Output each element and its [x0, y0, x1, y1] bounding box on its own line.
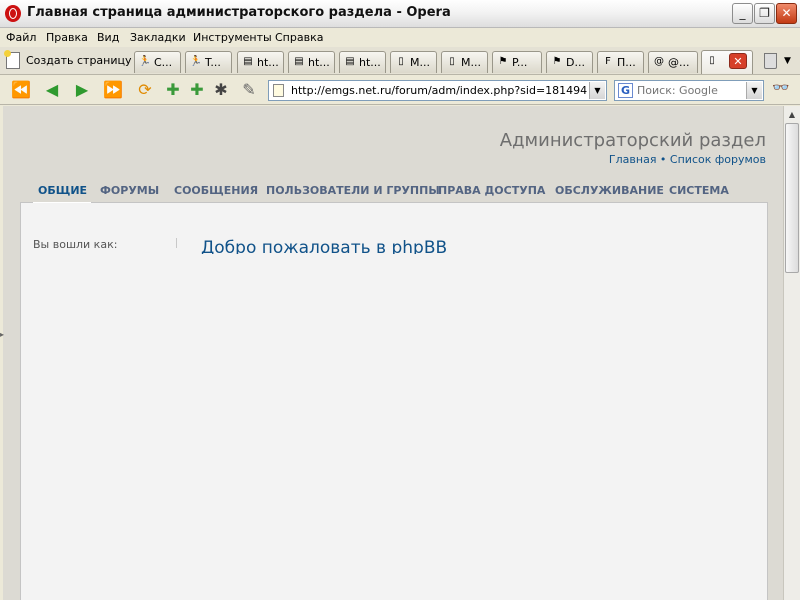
tab-permissions[interactable]: ПРАВА ДОСТУПА	[438, 184, 545, 197]
tab-label: C...	[154, 56, 173, 69]
tab-label: M...	[461, 56, 481, 69]
tab-label: T...	[205, 56, 221, 69]
tab-system[interactable]: СИСТЕМА	[669, 184, 729, 197]
at-icon: @	[654, 56, 664, 67]
address-text[interactable]: http://emgs.net.ru/forum/adm/index.php?s…	[291, 84, 587, 97]
browser-tab[interactable]: ▤ ht...	[339, 51, 386, 73]
menu-edit[interactable]: Правка	[46, 31, 88, 44]
address-dropdown-icon[interactable]: ▼	[589, 82, 605, 99]
rewind-icon[interactable]: ⏪	[10, 79, 32, 101]
flag-icon: ⚑	[552, 56, 562, 67]
title-bar: Главная страница администраторского разд…	[0, 0, 800, 28]
person-icon: 🏃	[138, 56, 152, 67]
new-page-icon	[4, 50, 20, 69]
minimize-button[interactable]: _	[732, 3, 753, 24]
menu-help[interactable]: Справка	[275, 31, 323, 44]
search-box[interactable]: G ▼	[614, 80, 764, 101]
content-panel: Вы вошли как: Добро пожаловать в phpBB	[20, 202, 768, 600]
browser-tab[interactable]: ▯ M...	[441, 51, 488, 73]
page-viewport: Администраторский раздел Главная • Списо…	[3, 106, 783, 600]
browser-tab[interactable]: ⚑ D...	[546, 51, 593, 73]
tab-bar: Создать страницу 🏃 C... 🏃 T... ▤ ht... ▤ ht... ▤…	[0, 47, 800, 75]
bookmark-add-icon[interactable]: ✚	[162, 79, 184, 101]
browser-tab[interactable]: F П...	[597, 51, 644, 73]
reload-icon[interactable]: ⟳	[134, 79, 156, 101]
tab-general[interactable]: ОБЩИЕ	[38, 184, 87, 197]
new-page-label: Создать страницу	[26, 54, 132, 67]
close-window-button[interactable]: ✕	[776, 3, 797, 24]
panel-handle-icon[interactable]: ▸	[0, 330, 4, 339]
opera-logo-icon[interactable]	[5, 5, 21, 22]
tab-label: П...	[617, 56, 636, 69]
search-input[interactable]	[637, 82, 745, 99]
browser-tab[interactable]: 🏃 C...	[134, 51, 181, 73]
pen-icon[interactable]: ✎	[238, 79, 260, 101]
menu-view[interactable]: Вид	[97, 31, 119, 44]
menu-tools[interactable]: Инструменты	[193, 31, 272, 44]
document-icon: ▤	[243, 56, 253, 67]
tab-posts[interactable]: СООБЩЕНИЯ	[174, 184, 258, 197]
browser-tab[interactable]: ▤ ht...	[288, 51, 335, 73]
browser-tab[interactable]: @ @...	[648, 51, 698, 73]
trash-button[interactable]	[762, 50, 780, 72]
browser-tab[interactable]: ▯ M...	[390, 51, 437, 73]
page-icon	[273, 84, 284, 97]
logged-in-label: Вы вошли как:	[33, 238, 118, 251]
page-icon: ▯	[709, 55, 715, 66]
f-logo-icon: F	[605, 56, 611, 67]
tab-users-groups[interactable]: ПОЛЬЗОВАТЕЛИ И ГРУППЫ	[266, 184, 440, 197]
glasses-icon[interactable]: 👓	[768, 80, 794, 100]
link-separator: •	[656, 153, 670, 166]
divider	[176, 238, 177, 248]
forums-list-link[interactable]: Список форумов	[670, 153, 766, 166]
close-tab-button[interactable]: ✕	[729, 53, 747, 69]
browser-tab[interactable]: ▤ ht...	[237, 51, 284, 73]
address-bar[interactable]: http://emgs.net.ru/forum/adm/index.php?s…	[268, 80, 607, 101]
back-icon[interactable]: ◀	[41, 79, 63, 101]
menu-file[interactable]: Файл	[6, 31, 36, 44]
tab-label: ht...	[359, 56, 381, 69]
tab-label: @...	[668, 56, 690, 69]
document-icon: ▤	[345, 56, 355, 67]
window-title: Главная страница администраторского разд…	[27, 5, 451, 20]
bookmark-page-icon[interactable]: ✚	[186, 79, 208, 101]
trash-dropdown-icon[interactable]: ▼	[784, 56, 791, 66]
page-icon: ▯	[398, 56, 404, 67]
tab-label: ht...	[257, 56, 279, 69]
maximize-button[interactable]: ❐	[754, 3, 775, 24]
welcome-heading: Добро пожаловать в phpBB	[201, 238, 448, 254]
document-icon: ▤	[294, 56, 304, 67]
home-link[interactable]: Главная	[609, 153, 657, 166]
admin-title: Администраторский раздел	[499, 130, 766, 151]
forward-icon[interactable]: ▶	[71, 79, 93, 101]
browser-tab[interactable]: 🏃 T...	[185, 51, 232, 73]
spider-icon[interactable]: ✱	[210, 79, 232, 101]
browser-tab[interactable]: ⚑ P...	[492, 51, 542, 73]
tab-forums[interactable]: ФОРУМЫ	[100, 184, 159, 197]
person-icon: 🏃	[189, 56, 203, 67]
tab-label: D...	[566, 56, 585, 69]
tab-label: M...	[410, 56, 430, 69]
menu-bookmarks[interactable]: Закладки	[130, 31, 186, 44]
google-icon[interactable]: G	[618, 83, 633, 98]
scroll-thumb[interactable]	[785, 123, 799, 273]
breadcrumb: Главная • Список форумов	[609, 153, 766, 166]
search-dropdown-icon[interactable]: ▼	[746, 82, 762, 99]
menu-bar: Файл Правка Вид Закладки Инструменты Спр…	[0, 28, 800, 47]
vertical-scrollbar[interactable]: ▲	[783, 106, 800, 600]
active-tab-underline	[33, 202, 91, 203]
scroll-up-icon[interactable]: ▲	[785, 107, 799, 122]
tab-label: ht...	[308, 56, 330, 69]
flag-icon: ⚑	[498, 56, 508, 67]
tab-label: P...	[512, 56, 528, 69]
trash-icon	[764, 53, 777, 69]
fast-forward-icon[interactable]: ⏩	[102, 79, 124, 101]
page-icon: ▯	[449, 56, 455, 67]
tab-maintenance[interactable]: ОБСЛУЖИВАНИЕ	[555, 184, 664, 197]
